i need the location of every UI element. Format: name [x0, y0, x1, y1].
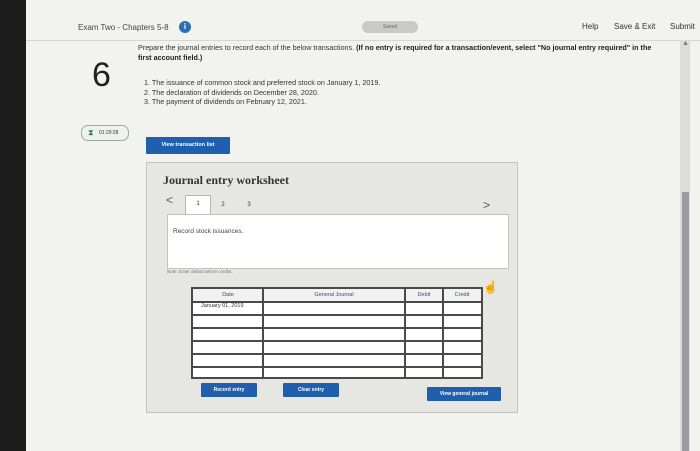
column-header-debit: Debit — [417, 292, 431, 298]
table-row-line — [193, 353, 481, 355]
column-header-date: Date — [222, 292, 234, 298]
exam-title: Exam Two - Chapters 5-8 — [78, 23, 169, 32]
column-header-credit: Credit — [454, 292, 470, 298]
table-divider — [262, 289, 264, 377]
question-number: 6 — [92, 56, 111, 94]
submit-link[interactable]: Submit — [670, 22, 695, 31]
journal-entry-worksheet: Journal entry worksheet < 1 2 3 > Record… — [146, 162, 518, 413]
transaction-list: 1. The issuance of common stock and pref… — [144, 78, 380, 107]
hourglass-icon: ⧗ — [88, 128, 94, 137]
save-exit-link[interactable]: Save & Exit — [614, 22, 655, 31]
worksheet-title: Journal entry worksheet — [163, 173, 289, 187]
chevron-left-icon[interactable]: < — [166, 193, 173, 207]
table-row-line — [193, 340, 481, 342]
table-row-line — [193, 366, 481, 368]
tab-1[interactable]: 1 — [185, 195, 211, 214]
info-icon[interactable]: i — [179, 21, 191, 33]
debits-note: Note: Enter debits before credits. — [167, 269, 233, 274]
table-divider — [442, 289, 444, 377]
transaction-item: 1. The issuance of common stock and pref… — [144, 78, 381, 87]
exam-screen: Exam Two - Chapters 5-8 i Saved Help Sav… — [26, 0, 700, 451]
journal-table-header: Date General Journal Debit Credit — [193, 289, 481, 303]
question-instructions: Prepare the journal entries to record ea… — [138, 43, 658, 63]
top-bar: Exam Two - Chapters 5-8 i Saved Help Sav… — [26, 12, 700, 41]
help-link[interactable]: Help — [582, 22, 598, 31]
transaction-item: 2. The declaration of dividends on Decem… — [144, 87, 319, 97]
record-instruction-text: Record stock issuances. — [173, 228, 244, 235]
table-row-line — [193, 314, 481, 316]
table-divider — [404, 289, 406, 377]
timer-value: 01:29:28 — [99, 130, 119, 136]
transaction-item: 3. The payment of dividends on February … — [144, 97, 307, 106]
scroll-up-icon[interactable]: ▲ — [682, 40, 689, 47]
instruction-text: Prepare the journal entries to record ea… — [138, 43, 355, 52]
record-instruction-box: Record stock issuances. — [167, 214, 509, 269]
date-cell[interactable]: January 01, 2019 — [201, 303, 244, 309]
cursor-icon: ☝ — [483, 280, 498, 294]
view-general-journal-button[interactable]: View general journal — [427, 387, 501, 401]
view-transaction-list-button[interactable]: View transaction list — [146, 137, 230, 154]
chevron-right-icon[interactable]: > — [483, 198, 490, 212]
table-row-line — [193, 327, 481, 329]
scrollbar-thumb[interactable] — [682, 192, 689, 451]
clear-entry-button[interactable]: Clear entry — [283, 383, 339, 397]
column-header-general-journal: General Journal — [314, 292, 354, 298]
saved-badge: Saved — [362, 21, 418, 33]
record-entry-button[interactable]: Record entry — [201, 383, 257, 397]
exam-timer[interactable]: ⧗ 01:29:28 — [81, 125, 129, 141]
journal-table: Date General Journal Debit Credit Januar… — [191, 287, 483, 379]
tab-3[interactable]: 3 — [237, 197, 261, 213]
tab-2[interactable]: 2 — [211, 197, 235, 213]
